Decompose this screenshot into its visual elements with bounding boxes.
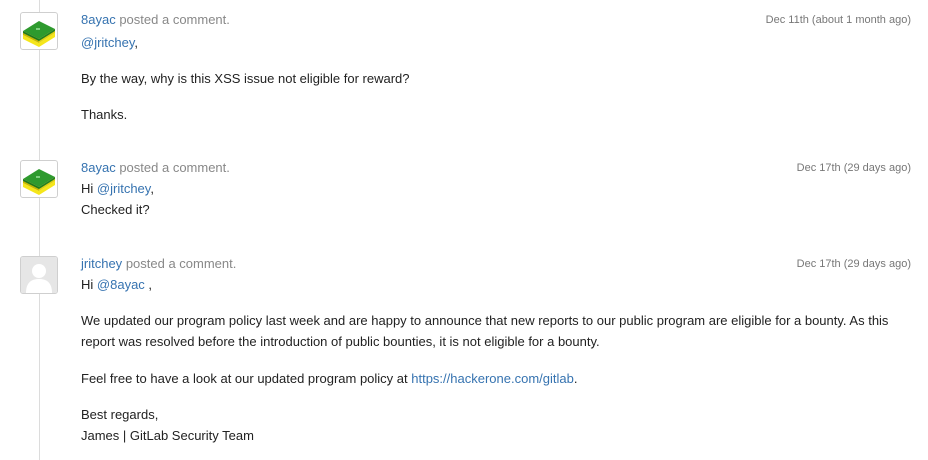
comment-header: jritchey posted a comment. (81, 256, 236, 272)
comment-signoff: Best regards, James | GitLab Security Te… (81, 404, 911, 446)
mention-suffix: , (134, 35, 139, 50)
avatar-graphic (23, 169, 55, 195)
comment-header: 8ayac posted a comment. (81, 160, 230, 176)
mention-suffix: , (150, 181, 154, 196)
comment-text: Checked it? (81, 202, 150, 217)
comment-body: @jritchey, (81, 32, 911, 53)
green-yellow-block-avatar-icon[interactable] (20, 160, 58, 198)
comment-item: 8ayac posted a comment. Dec 17th (29 day… (0, 160, 928, 230)
comment-body: Hi @8ayac , (81, 274, 911, 295)
mention-link[interactable]: @jritchey (81, 35, 134, 50)
comment-greeting-line: Hi @8ayac , (81, 274, 911, 295)
comment-text: Feel free to have a look at our updated … (81, 368, 911, 389)
mention-link[interactable]: @jritchey (97, 181, 150, 196)
signoff-line: James | GitLab Security Team (81, 428, 254, 443)
comment-author-link[interactable]: jritchey (81, 256, 122, 271)
policy-text: Feel free to have a look at our updated … (81, 371, 412, 386)
comment-greeting-line: Hi @jritchey, (81, 178, 911, 199)
comment-action-text: posted a comment. (125, 256, 237, 271)
comment-item: 8ayac posted a comment. Dec 11th (about … (0, 12, 928, 142)
comment-paragraph: We updated our program policy last week … (81, 310, 911, 352)
green-yellow-block-avatar-icon[interactable] (20, 12, 58, 50)
comment-header: 8ayac posted a comment. (81, 12, 230, 28)
comment-paragraph: Thanks. (81, 104, 911, 125)
comment-timestamp[interactable]: Dec 17th (29 days ago) (797, 161, 911, 175)
comment-text: Thanks. (81, 107, 128, 122)
signoff-line: Best regards, (81, 407, 159, 422)
comment-action-text: posted a comment. (119, 12, 230, 27)
comment-text: We updated our program policy last week … (81, 313, 889, 349)
default-user-avatar-icon[interactable] (20, 256, 58, 294)
comment-timestamp[interactable]: Dec 17th (29 days ago) (797, 257, 911, 271)
comment-paragraph: By the way, why is this XSS issue not el… (81, 68, 911, 89)
comment-paragraph: Feel free to have a look at our updated … (81, 368, 911, 389)
greeting-text: Hi (81, 277, 94, 292)
avatar-graphic (23, 21, 55, 47)
program-policy-link[interactable]: https://hackerone.com/gitlab (411, 371, 574, 386)
comment-timestamp[interactable]: Dec 11th (about 1 month ago) (766, 13, 911, 27)
mention-link[interactable]: @8ayac (97, 277, 145, 292)
mention-suffix: , (144, 277, 153, 292)
comment-action-text: posted a comment. (119, 160, 230, 175)
avatar-graphic (21, 257, 57, 293)
policy-text-suffix: . (573, 371, 578, 386)
comment-mention-line: @jritchey, (81, 32, 911, 53)
comment-author-link[interactable]: 8ayac (81, 12, 116, 27)
comment-body: Hi @jritchey, Checked it? (81, 178, 911, 220)
comment-item: jritchey posted a comment. Dec 17th (29 … (0, 256, 928, 456)
greeting-text: Hi (81, 181, 94, 196)
comment-author-link[interactable]: 8ayac (81, 160, 116, 175)
comment-text: By the way, why is this XSS issue not el… (81, 71, 410, 86)
